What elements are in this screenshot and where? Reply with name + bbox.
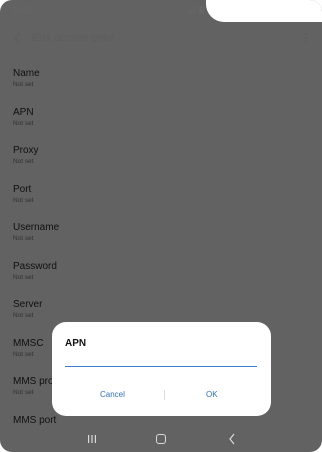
setting-label: Proxy [13,145,39,156]
setting-value: Not set [13,119,34,127]
setting-value: Not set [13,196,34,204]
navigation-bar [0,426,322,452]
setting-label: Port [13,183,32,195]
setting-value: Not set [13,235,34,242]
setting-label: Username [13,222,60,233]
battery-icon [199,6,204,14]
phone-screen: 10:00 Edit access point Name Not set APN… [0,0,322,452]
setting-row-password[interactable]: Password Not set [0,251,322,290]
setting-label: APN [13,106,34,118]
cancel-button[interactable]: Cancel [100,390,125,399]
apn-input[interactable] [65,352,257,367]
signal-icon [186,7,195,14]
setting-value: Not set [13,81,34,88]
back-arrow-icon[interactable] [12,30,24,46]
setting-value: Not set [13,273,34,281]
dialog-title: APN [65,338,87,349]
camera-notch [206,0,322,22]
setting-row-username[interactable]: Username Not set [0,212,322,251]
setting-row-apn[interactable]: APN Not set [0,97,322,136]
home-icon[interactable] [156,434,166,444]
setting-label: Name [13,68,40,79]
setting-value: Not set [13,312,34,319]
app-bar: Edit access point [0,24,322,52]
page-title: Edit access point [32,32,116,44]
setting-label: Server [13,299,43,310]
setting-label: Password [13,260,57,272]
recent-apps-icon[interactable] [87,434,97,444]
setting-row-port[interactable]: Port Not set [0,174,322,213]
setting-value: Not set [13,158,34,165]
apn-dialog: APN Cancel OK [52,322,271,416]
status-time: 10:00 [12,6,33,15]
setting-row-proxy[interactable]: Proxy Not set [0,135,322,174]
setting-row-name[interactable]: Name Not set [0,58,322,97]
button-divider [164,390,165,400]
ok-button[interactable]: OK [206,390,218,399]
setting-label: MMS port [13,414,57,426]
nav-back-icon[interactable] [228,433,236,445]
more-vertical-icon[interactable] [304,31,308,45]
status-icons [186,6,204,14]
